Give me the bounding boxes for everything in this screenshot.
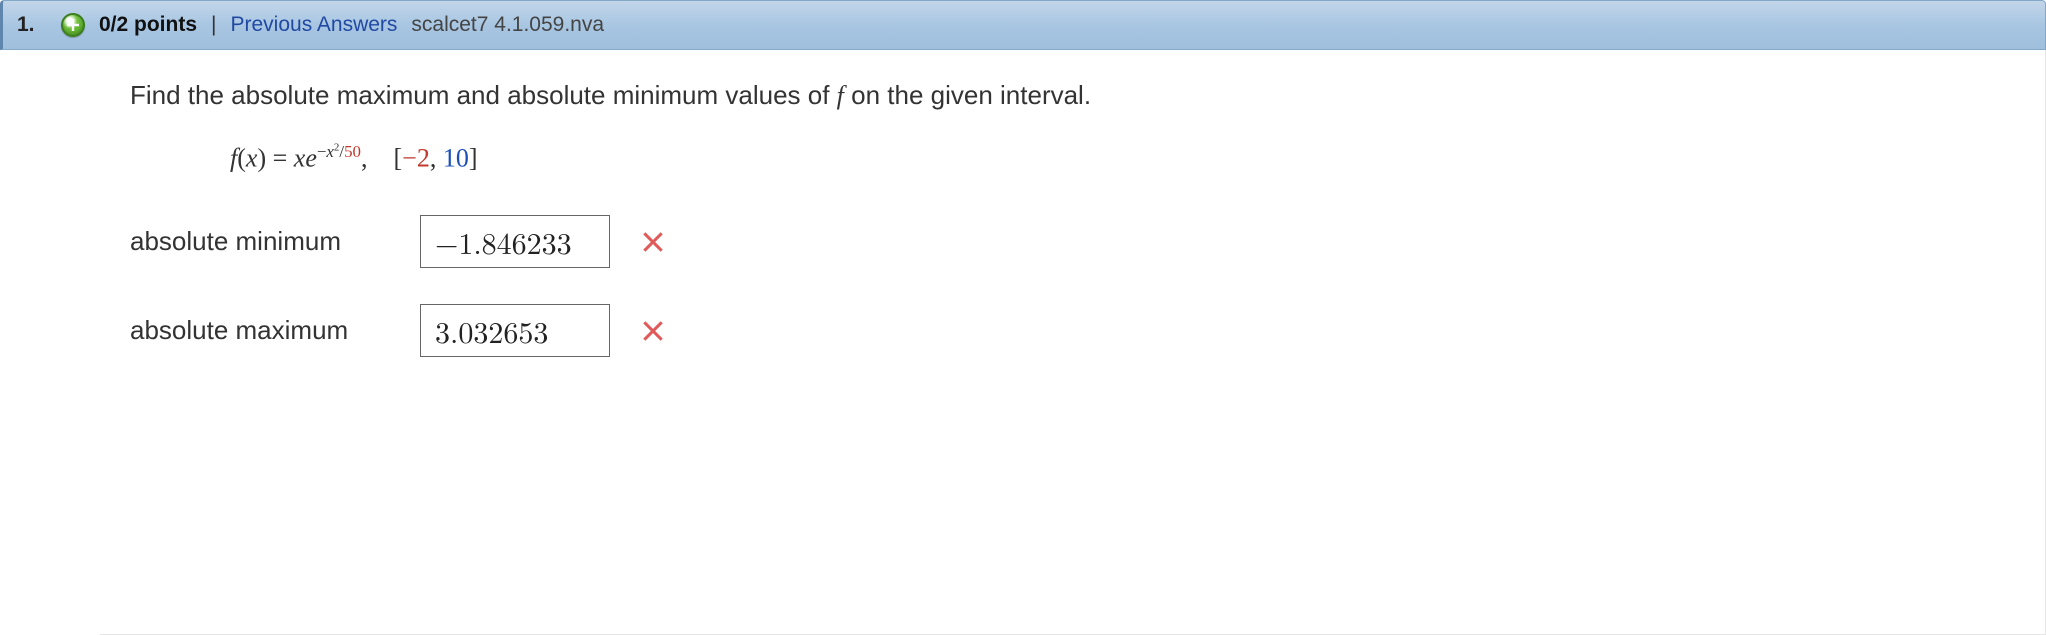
question-header: 1. 0/2 points | Previous Answers scalcet… xyxy=(0,0,2046,50)
interval-open: [ xyxy=(393,143,402,172)
instructions-text-post: on the given interval. xyxy=(844,80,1091,110)
formula-paren-open: ( xyxy=(237,143,246,172)
reference-code: scalcet7 4.1.059.nva xyxy=(411,13,604,37)
interval-a: −2 xyxy=(402,143,430,172)
previous-answers-link[interactable]: Previous Answers xyxy=(231,13,398,37)
exp-x: x xyxy=(326,142,334,161)
instructions-var-f: f xyxy=(837,81,844,110)
formula-arg: x xyxy=(246,143,258,172)
formula: f(x) = xe−x2/50, [−2, 10] xyxy=(230,141,2015,173)
interval-sep: , xyxy=(430,143,443,172)
question-body: Find the absolute maximum and absolute m… xyxy=(100,50,2046,635)
points-text: 0/2 points xyxy=(99,13,197,37)
absolute-minimum-label: absolute minimum xyxy=(130,226,390,257)
formula-exponent: −x2/50 xyxy=(317,142,361,161)
interval-b: 10 xyxy=(443,143,469,172)
instructions: Find the absolute maximum and absolute m… xyxy=(130,80,2015,111)
exp-minus: − xyxy=(317,142,327,161)
formula-comma: , xyxy=(361,143,394,172)
absolute-maximum-label: absolute maximum xyxy=(130,315,390,346)
instructions-text-pre: Find the absolute maximum and absolute m… xyxy=(130,80,837,110)
absolute-minimum-value[interactable]: −1.846233 xyxy=(420,215,610,268)
answer-row-minimum: absolute minimum −1.846233 xyxy=(130,215,2015,268)
absolute-maximum-value[interactable]: 3.032653 xyxy=(420,304,610,357)
incorrect-icon xyxy=(640,318,666,344)
formula-x: x xyxy=(294,143,306,172)
formula-paren-eq: ) = xyxy=(257,143,293,172)
plus-icon[interactable] xyxy=(61,13,85,37)
separator-pipe: | xyxy=(211,13,216,37)
incorrect-icon xyxy=(640,229,666,255)
interval-close: ] xyxy=(469,143,478,172)
question-number: 1. xyxy=(17,13,47,37)
answer-row-maximum: absolute maximum 3.032653 xyxy=(130,304,2015,357)
formula-e: e xyxy=(305,143,317,172)
exp-denom: 50 xyxy=(344,142,361,161)
